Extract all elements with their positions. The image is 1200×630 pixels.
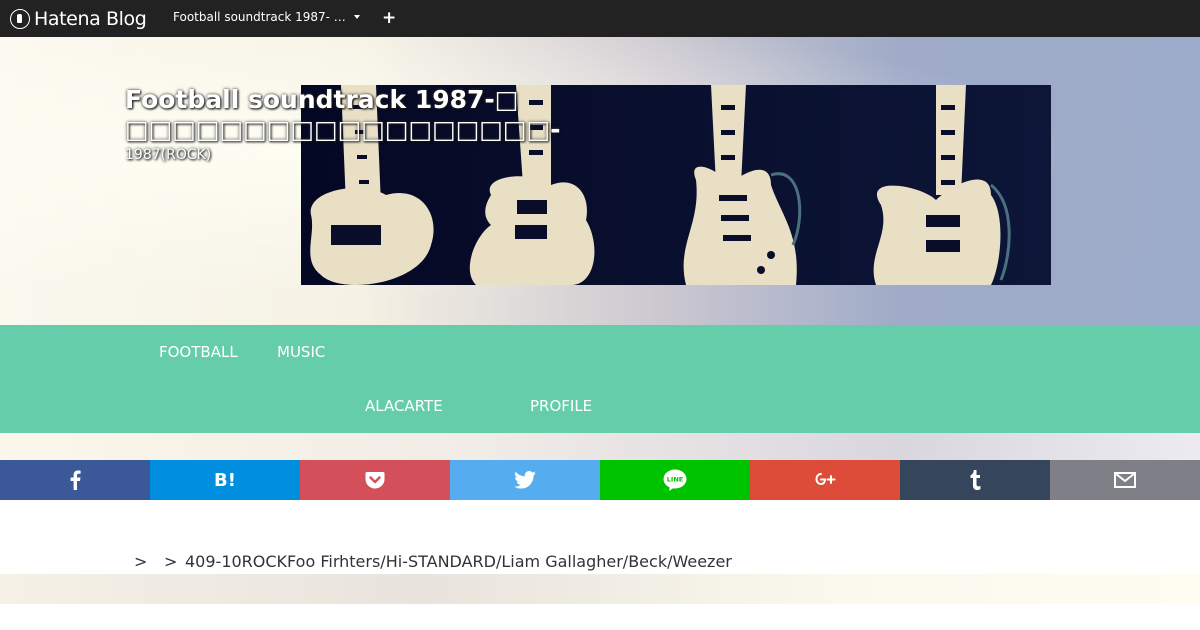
pocket-icon [365, 472, 385, 489]
blog-description: 1987(ROCK) [125, 147, 212, 163]
line-icon-label: LINE [667, 476, 683, 484]
background-strip [0, 433, 1200, 460]
nav-item-music[interactable]: MUSIC [277, 343, 325, 361]
blog-selector[interactable]: Football soundtrack 1987- … [173, 10, 360, 24]
breadcrumb: > > 409-10ROCKFoo Firhters/Hi-STANDARD/L… [134, 552, 732, 571]
share-tumblr-button[interactable] [900, 460, 1050, 500]
share-bar: B! LINE [0, 460, 1200, 500]
email-icon [1114, 472, 1136, 488]
blog-header: Football soundtrack 1987-□ □□□□□□□□□□□□□… [0, 37, 1200, 325]
blog-selector-label: Football soundtrack 1987- … [173, 10, 346, 24]
category-nav: FOOTBALL MUSIC ALACARTE PROFILE [0, 325, 1200, 433]
share-twitter-button[interactable] [450, 460, 600, 500]
share-pocket-button[interactable] [300, 460, 450, 500]
share-email-button[interactable] [1050, 460, 1200, 500]
blog-title-block: Football soundtrack 1987-□ □□□□□□□□□□□□□… [125, 85, 561, 163]
twitter-icon [514, 471, 536, 489]
caret-down-icon [353, 15, 360, 19]
share-facebook-button[interactable] [0, 460, 150, 500]
blog-title[interactable]: Football soundtrack 1987-□ □□□□□□□□□□□□□… [125, 85, 561, 145]
share-line-button[interactable]: LINE [600, 460, 750, 500]
share-googleplus-button[interactable] [750, 460, 900, 500]
main-content: > > 409-10ROCKFoo Firhters/Hi-STANDARD/L… [0, 500, 1200, 574]
nav-item-football[interactable]: FOOTBALL [159, 343, 238, 361]
breadcrumb-separator: > [134, 552, 148, 571]
blog-title-line1: Football soundtrack 1987-□ [125, 85, 519, 114]
add-entry-button[interactable]: + [382, 8, 396, 28]
google-plus-icon [815, 473, 836, 486]
share-hatena-bookmark-button[interactable]: B! [150, 460, 300, 500]
hatena-logo-icon [10, 9, 30, 29]
hatena-bookmark-icon: B! [214, 469, 236, 491]
brand-text: Hatena Blog [34, 8, 147, 30]
line-icon: LINE [663, 469, 687, 491]
background-strip-bottom [0, 574, 1200, 604]
tumblr-icon [970, 470, 981, 490]
hatena-blog-logo[interactable]: Hatena Blog [10, 7, 147, 31]
breadcrumb-current: 409-10ROCKFoo Firhters/Hi-STANDARD/Liam … [185, 552, 732, 571]
breadcrumb-separator: > [164, 552, 178, 571]
nav-item-profile[interactable]: PROFILE [530, 397, 592, 415]
hatena-topbar: Hatena Blog Football soundtrack 1987- … … [0, 0, 1200, 37]
facebook-icon [70, 470, 81, 490]
blog-title-line2: □□□□□□□□□□□□□□□□□□- [125, 115, 561, 144]
nav-item-alacarte[interactable]: ALACARTE [365, 397, 443, 415]
